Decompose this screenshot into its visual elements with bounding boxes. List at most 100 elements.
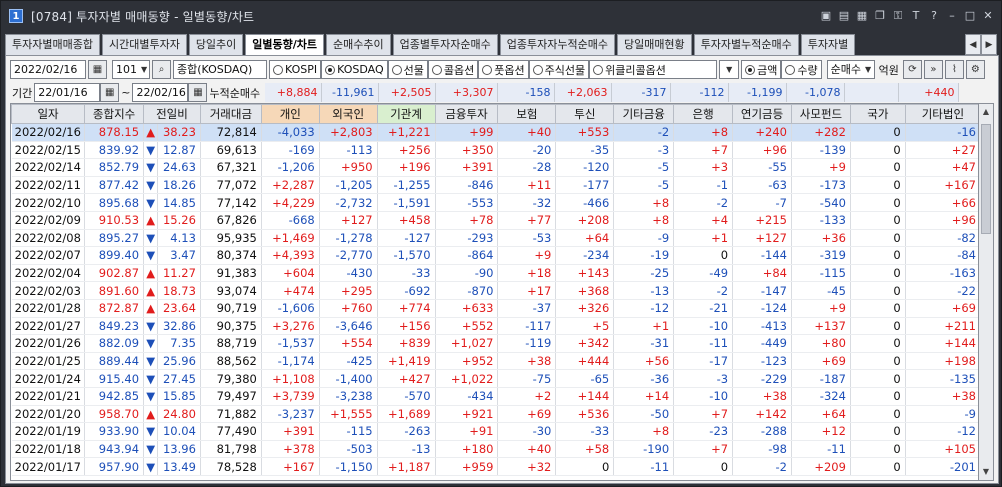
market-radio-0[interactable]: KOSPI (269, 60, 322, 79)
date-input[interactable]: 2022/02/16 (10, 60, 86, 79)
period-to-input[interactable]: 22/02/16 (132, 83, 189, 102)
next-page-icon[interactable]: » (923, 60, 943, 79)
table-cell: 2022/02/15 (11, 141, 86, 160)
market-radio-5[interactable]: 주식선물 (528, 60, 590, 79)
column-header-5[interactable]: 외국인 (318, 104, 378, 124)
settings-gear-icon[interactable]: ⚙ (965, 60, 985, 79)
table-cell: +96 (732, 141, 792, 160)
column-header-3[interactable]: 거래대금 (199, 104, 262, 124)
market-radio-3[interactable]: 콜옵션 (427, 60, 479, 79)
table-row[interactable]: 2022/01/19 933.90 ▼ 10.04 77,490 +391 -115 -263… (11, 422, 982, 441)
title-bar: 1 [0784] 투자자별 매매동향 - 일별동향/차트 ▣ ▤ ▦ ❐ ⚿ T… (1, 1, 1001, 31)
calendar-from-icon[interactable]: ▦ (100, 83, 120, 102)
table-row[interactable]: 2022/01/20 958.70 ▲ 24.80 71,882 -3,237 +1,555… (11, 405, 982, 424)
table-row[interactable]: 2022/01/25 889.44 ▼ 25.96 88,562 -1,174 -425 +1… (11, 352, 982, 371)
maximize-icon[interactable]: □ (963, 9, 977, 23)
code-select[interactable]: 101 ▼ (112, 60, 150, 79)
column-header-0[interactable]: 일자 (11, 104, 86, 124)
tab-6[interactable]: 업종투자자누적순매수 (499, 34, 615, 55)
market-radio-6[interactable]: 위클리콜옵션 (589, 60, 718, 79)
table-cell: -20 (497, 141, 557, 160)
tab-next-icon[interactable]: ▶ (981, 34, 997, 55)
column-header-9[interactable]: 투신 (555, 104, 615, 124)
market-radio-1[interactable]: KOSDAQ (321, 60, 388, 79)
mode-select[interactable]: 순매수 ▼ (826, 60, 875, 79)
column-header-6[interactable]: 기관계 (376, 104, 436, 124)
amount-radio-0[interactable]: 금액 (741, 60, 782, 79)
copy-icon[interactable]: ❐ (873, 9, 887, 23)
table-row[interactable]: 2022/01/17 957.90 ▼ 13.49 78,528 +167 -1,150 +1… (11, 457, 982, 476)
screen-icon[interactable]: ▤ (837, 9, 851, 23)
table-cell: -82 (905, 229, 982, 248)
cum-value-9: -1,078 (787, 83, 846, 102)
column-header-1[interactable]: 종합지수 (84, 104, 145, 124)
tab-7[interactable]: 당일매매현황 (616, 34, 692, 55)
tab-0[interactable]: 투자자별매매종합 (5, 34, 100, 55)
tab-5[interactable]: 업종별투자자순매수 (392, 34, 498, 55)
calendar-icon[interactable]: ▦ (88, 60, 107, 79)
scroll-down-icon[interactable]: ▼ (979, 464, 993, 480)
table-row[interactable]: 2022/01/24 915.40 ▼ 27.45 79,380 +1,108 -1,400… (11, 369, 982, 388)
tab-4[interactable]: 순매수추이 (326, 34, 391, 55)
column-header-8[interactable]: 보험 (497, 104, 557, 124)
table-cell: -425 (319, 352, 378, 371)
minimize-icon[interactable]: – (945, 9, 959, 23)
table-row[interactable]: 2022/01/18 943.94 ▼ 13.96 81,798 +378 -503 -13 +… (11, 440, 982, 459)
search-icon[interactable]: ⌕ (152, 60, 171, 79)
tab-3[interactable]: 일별동향/차트 (245, 34, 325, 55)
font-icon[interactable]: T (909, 9, 923, 23)
table-row[interactable]: 2022/01/27 849.23 ▼ 32.86 90,375 +3,276 -3,646… (11, 317, 982, 336)
table-row[interactable]: 2022/02/07 899.40 ▼ 3.47 80,374 +4,393 -2,770-… (11, 246, 982, 265)
column-header-2[interactable]: 전일비 (143, 104, 201, 124)
table-row[interactable]: 2022/02/14 852.79 ▼ 24.63 67,321 -1,206 +950 +1… (11, 158, 982, 177)
table-cell: -49 (673, 264, 734, 283)
column-header-14[interactable]: 국가 (849, 104, 906, 124)
table-row[interactable]: 2022/02/08 895.27 ▼ 4.13 95,935 +1,469 -1,278-… (11, 229, 982, 248)
column-header-11[interactable]: 은행 (673, 104, 734, 124)
tab-2[interactable]: 당일추이 (188, 34, 244, 55)
table-row[interactable]: 2022/02/15 839.92 ▼ 12.87 69,613 -169 -113 +256… (11, 141, 982, 160)
close-icon[interactable]: ✕ (981, 9, 995, 23)
lock-icon[interactable]: ⚿ (891, 9, 905, 23)
help-icon[interactable]: ? (927, 9, 941, 23)
amount-radio-1[interactable]: 수량 (781, 60, 822, 79)
table-row[interactable]: 2022/02/11 877.42 ▼ 18.26 77,072 +2,287 -1,205… (11, 176, 982, 195)
table-cell: +3 (673, 158, 734, 177)
options-dropdown[interactable]: ▼ (719, 60, 740, 79)
table-cell: 0 (850, 158, 906, 177)
vertical-scrollbar[interactable]: ▲ ▼ (978, 103, 994, 481)
table-cell: 15.85 (157, 387, 201, 406)
scroll-up-icon[interactable]: ▲ (979, 104, 993, 120)
calendar-to-icon[interactable]: ▦ (188, 83, 208, 102)
link-icon[interactable]: ▣ (819, 9, 833, 23)
table-row[interactable]: 2022/01/28 872.87 ▲ 23.64 90,719 -1,606 +760 +7… (11, 299, 982, 318)
cum-value-8: -1,199 (729, 83, 788, 102)
table-cell: -120 (555, 158, 615, 177)
column-header-15[interactable]: 기타법인 (904, 104, 982, 124)
market-radio-4[interactable]: 풋옵션 (478, 60, 529, 79)
column-header-7[interactable]: 금융투자 (434, 104, 499, 124)
market-radio-2[interactable]: 선물 (387, 60, 428, 79)
tab-1[interactable]: 시간대별투자자 (101, 34, 187, 55)
period-from-input[interactable]: 22/01/16 (34, 83, 101, 102)
table-cell: +342 (555, 334, 615, 353)
column-header-13[interactable]: 사모펀드 (791, 104, 851, 124)
table-row[interactable]: 2022/02/03 891.60 ▲ 18.73 93,074 +474 +295 -692… (11, 281, 982, 300)
refresh-icon[interactable]: ⟳ (902, 60, 922, 79)
column-header-12[interactable]: 연기금등 (732, 104, 792, 124)
table-row[interactable]: 2022/02/16 878.15 ▲ 38.23 72,814 -4,033 +2,803… (11, 123, 982, 142)
table-row[interactable]: 2022/01/26 882.09 ▼ 7.35 88,719 -1,537 +554 +83… (11, 334, 982, 353)
table-row[interactable]: 2022/02/09 910.53 ▲ 15.26 67,826 -668 +127 +458… (11, 211, 982, 230)
table-row[interactable]: 2022/02/04 902.87 ▲ 11.27 91,383 +604 -430 -33-… (11, 264, 982, 283)
tab-9[interactable]: 투자자별 (800, 34, 856, 55)
tab-8[interactable]: 투자자별누적순매수 (693, 34, 799, 55)
table-row[interactable]: 2022/01/21 942.85 ▼ 15.85 79,497 +3,739 -3,238… (11, 387, 982, 406)
save-icon[interactable]: ▦ (855, 9, 869, 23)
tab-prev-icon[interactable]: ◀ (965, 34, 981, 55)
scroll-thumb[interactable] (981, 124, 991, 234)
column-header-4[interactable]: 개인 (260, 104, 320, 124)
table-row[interactable]: 2022/02/10 895.68 ▼ 14.85 77,142 +4,229 -2,732… (11, 193, 982, 212)
column-header-10[interactable]: 기타금융 (613, 104, 675, 124)
table-cell: -11 (673, 334, 734, 353)
chart-icon[interactable]: ⌇ (944, 60, 964, 79)
